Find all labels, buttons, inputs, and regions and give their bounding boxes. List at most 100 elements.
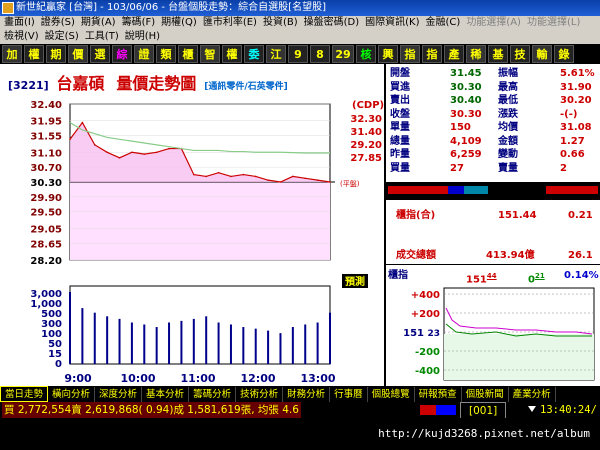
menu-item-7[interactable]: 操盤密碼(D) xyxy=(304,17,360,28)
tab-9[interactable]: 研報預查 xyxy=(415,387,462,403)
toolbar-button-12[interactable]: 江 xyxy=(266,45,286,63)
menu-item-5[interactable]: 匯市利率(E) xyxy=(203,17,257,28)
menu-item-1[interactable]: 證券(S) xyxy=(41,17,75,28)
toolbar-button-23[interactable]: 技 xyxy=(510,45,530,63)
menu-item-0[interactable]: 畫面(I) xyxy=(4,17,35,28)
menu-item-3[interactable]: 籌碼(F) xyxy=(122,17,156,28)
toolbar-button-1[interactable]: 權 xyxy=(24,45,44,63)
toolbar-button-18[interactable]: 指 xyxy=(400,45,420,63)
volume-plot-area xyxy=(69,285,331,365)
toolbar-button-25[interactable]: 錄 xyxy=(554,45,574,63)
chevron-down-icon[interactable] xyxy=(528,406,536,412)
time-tick-3: 12:00 xyxy=(240,372,275,385)
menu-item-2[interactable]: 期貨(A) xyxy=(81,17,116,28)
price-tick-1: 31.95 xyxy=(30,117,62,128)
volume-bar xyxy=(304,324,307,364)
price-point xyxy=(267,179,269,181)
toolbar-button-19[interactable]: 指 xyxy=(422,45,442,63)
quote-value2-6: 0.66 xyxy=(560,149,585,160)
tab-5[interactable]: 技術分析 xyxy=(236,387,284,403)
tab-8[interactable]: 個股總覽 xyxy=(368,387,415,403)
volume-bar xyxy=(93,312,96,364)
mini-index-label: 櫃指 xyxy=(388,270,408,281)
quote-label2-4: 均價 xyxy=(498,122,518,133)
menu2-item-2[interactable]: 工具(T) xyxy=(85,31,119,42)
tab-11[interactable]: 產業分析 xyxy=(509,387,556,403)
volume-bar xyxy=(81,308,84,364)
toolbar-button-10[interactable]: 權 xyxy=(222,45,242,63)
mini-tick-3: -200 xyxy=(415,347,440,358)
volume-tick-7: 0 xyxy=(55,359,62,370)
quote-value2-4: 31.08 xyxy=(560,122,592,133)
toolbar-button-11[interactable]: 委 xyxy=(244,45,264,63)
price-point xyxy=(316,179,319,181)
index-change: 0.21 xyxy=(568,210,593,221)
volume-bar xyxy=(118,318,121,364)
menu2-item-3[interactable]: 說明(H) xyxy=(125,31,160,42)
toolbar-button-9[interactable]: 智 xyxy=(200,45,220,63)
menu-item-10[interactable]: 功能選擇(A) xyxy=(466,17,521,28)
quote-label2-0: 振幅 xyxy=(498,68,518,79)
menu-row-1: 畫面(I) 證券(S) 期貨(A) 籌碼(F) 期權(Q) 匯市利率(E) 投資(B) 操盤密… xyxy=(0,16,600,30)
volume-bar xyxy=(229,324,232,364)
mini-base-sub: 23 xyxy=(427,329,440,339)
toolbar-button-2[interactable]: 期 xyxy=(46,45,66,63)
toolbar-button-8[interactable]: 櫃 xyxy=(178,45,198,63)
menu-item-4[interactable]: 期權(Q) xyxy=(161,17,197,28)
turnover-label: 成交總額 xyxy=(396,250,436,261)
toolbar-button-16[interactable]: 核 xyxy=(356,45,376,63)
toolbar-button-15[interactable]: 29 xyxy=(332,45,354,63)
quote-value-3: 30.30 xyxy=(450,108,482,120)
tab-3[interactable]: 基本分析 xyxy=(142,387,190,403)
tab-4[interactable]: 籌碼分析 xyxy=(189,387,237,403)
menu-item-9[interactable]: 金融(C) xyxy=(426,17,461,28)
quote-value2-5: 1.27 xyxy=(560,135,585,147)
volume-bar xyxy=(69,292,71,364)
quote-value-4: 150 xyxy=(450,122,471,133)
volume-bar xyxy=(254,328,257,364)
price-point xyxy=(69,138,71,141)
menu2-item-0[interactable]: 檢視(V) xyxy=(4,31,39,42)
toolbar-button-21[interactable]: 稀 xyxy=(466,45,486,63)
menu-item-6[interactable]: 投資(B) xyxy=(263,17,298,28)
bid-ask-bar xyxy=(386,182,600,200)
toolbar-button-13[interactable]: 9 xyxy=(288,45,308,63)
turnover-pct: 26.1 xyxy=(568,250,593,261)
toolbar-button-24[interactable]: 輸 xyxy=(532,45,552,63)
tab-10[interactable]: 個股新聞 xyxy=(462,387,509,403)
toolbar-button-20[interactable]: 產 xyxy=(444,45,464,63)
price-tick-4: 30.70 xyxy=(30,163,62,174)
tab-0[interactable]: 當日走勢 xyxy=(0,386,49,402)
toolbar-button-17[interactable]: 興 xyxy=(378,45,398,63)
menu-item-11[interactable]: 功能選擇(L) xyxy=(527,17,580,28)
menu-item-8[interactable]: 國際資訊(K) xyxy=(365,17,419,28)
price-tick-8: 29.05 xyxy=(30,224,62,235)
toolbar-button-4[interactable]: 選 xyxy=(90,45,110,63)
volume-bar xyxy=(217,322,220,364)
volume-bar xyxy=(155,327,158,364)
cdp-value-3: 27.85 xyxy=(350,153,382,164)
quote-value-6: 6,259 xyxy=(450,149,482,160)
toolbar-button-14[interactable]: 8 xyxy=(310,45,330,63)
tab-bar: 當日走勢 橫向分析 深度分析 基本分析 籌碼分析 技術分析 財務分析 行事曆 個股總覽 研報預查個… xyxy=(0,386,600,403)
price-tick-3: 31.10 xyxy=(30,148,62,159)
cdp-label: (CDP) xyxy=(352,100,384,111)
price-point xyxy=(217,171,220,174)
toolbar-button-7[interactable]: 類 xyxy=(156,45,176,63)
price-point xyxy=(193,173,195,176)
toolbar-button-22[interactable]: 基 xyxy=(488,45,508,63)
price-point xyxy=(230,175,232,178)
tab-2[interactable]: 深度分析 xyxy=(95,387,143,403)
volume-bar xyxy=(180,320,183,364)
toolbar-button-5[interactable]: 綜 xyxy=(112,45,132,63)
menu2-item-1[interactable]: 設定(S) xyxy=(45,31,79,42)
price-volume-chart[interactable]: 32.40 31.95 31.55 31.10 30.70 30.30 29.90 29.50… xyxy=(0,64,384,386)
toolbar-button-3[interactable]: 價 xyxy=(68,45,88,63)
tab-1[interactable]: 橫向分析 xyxy=(48,387,96,403)
toolbar-button-6[interactable]: 證 xyxy=(134,45,154,63)
tab-7[interactable]: 行事曆 xyxy=(330,387,368,403)
price-tick-7: 29.50 xyxy=(30,208,62,219)
mini-index-chart[interactable]: +400 +200 -200 -400 151 23 xyxy=(386,284,600,384)
tab-6[interactable]: 財務分析 xyxy=(283,387,331,403)
toolbar-button-0[interactable]: 加 xyxy=(2,45,22,63)
